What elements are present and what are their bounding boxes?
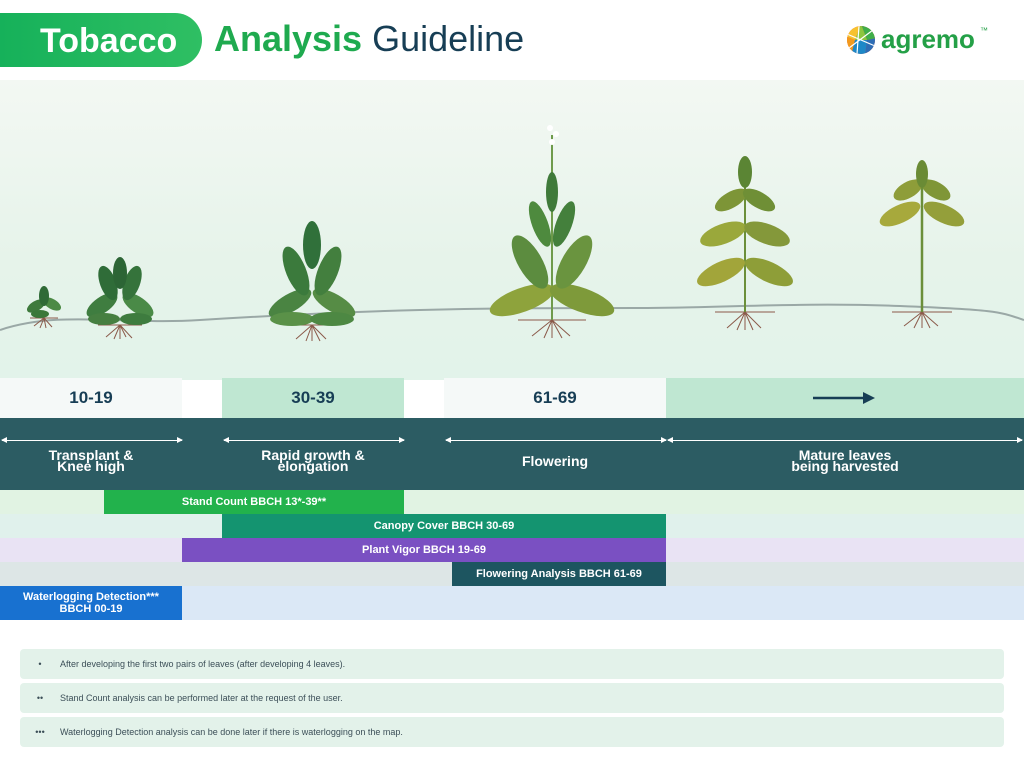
footnote-1: • After developing the first two pairs o… xyxy=(20,649,1004,679)
stage-code-1: 10-19 xyxy=(0,378,182,418)
stage-span-arrow xyxy=(445,437,667,443)
footnote-text: After developing the first two pairs of … xyxy=(60,659,346,669)
title-crop: Tobacco xyxy=(40,22,178,60)
footnote-marker: •• xyxy=(36,693,44,703)
stage-label-2: Rapid growth & elongation xyxy=(261,447,365,474)
analysis-row-waterlogging: Waterlogging Detection*** BBCH 00-19 xyxy=(0,586,1024,620)
title-analysis: Analysis xyxy=(214,18,363,59)
analysis-row-canopy-cover: Canopy Cover BBCH 30-69 xyxy=(0,514,1024,538)
plant-vigor-bar: Plant Vigor BBCH 19-69 xyxy=(182,538,666,562)
footnote-marker: • xyxy=(38,659,42,669)
title-guideline: Guideline xyxy=(372,18,525,59)
footnote-text: Waterlogging Detection analysis can be d… xyxy=(60,727,403,737)
footnote-text: Stand Count analysis can be performed la… xyxy=(60,693,343,703)
flowering-analysis-bar: Flowering Analysis BBCH 61-69 xyxy=(452,562,666,586)
analysis-row-flowering: Flowering Analysis BBCH 61-69 xyxy=(0,562,1024,586)
analysis-row-plant-vigor: Plant Vigor BBCH 19-69 xyxy=(0,538,1024,562)
agremo-logo-icon xyxy=(847,26,875,54)
title-pill: Tobacco xyxy=(0,13,202,67)
growth-stage-band: Transplant & Knee high Rapid growth & el… xyxy=(0,418,1024,490)
stage-span-arrow xyxy=(1,437,183,443)
waterlogging-bar: Waterlogging Detection*** BBCH 00-19 xyxy=(0,586,182,620)
stage-label-3: Flowering xyxy=(521,453,589,469)
stage-label-1: Transplant & Knee high xyxy=(48,447,134,474)
stage-code-text: 10-19 xyxy=(69,388,113,407)
growth-scene xyxy=(0,80,1024,380)
page-title: Analysis Guideline xyxy=(214,18,524,60)
logo-text: agremo xyxy=(881,24,975,54)
stage-code-3: 61-69 xyxy=(444,378,666,418)
logo-trademark: ™ xyxy=(980,26,988,35)
stage-code-text: 61-69 xyxy=(533,388,577,407)
stage-span-arrow xyxy=(667,437,1023,443)
footnote-marker: ••• xyxy=(35,727,45,737)
stage-span-arrow xyxy=(223,437,405,443)
analysis-row-stand-count: Stand Count BBCH 13*-39** xyxy=(0,490,1024,514)
stage-code-2: 30-39 xyxy=(222,378,404,418)
footnote-2: •• Stand Count analysis can be performed… xyxy=(20,683,1004,713)
stage-code-text: 30-39 xyxy=(291,388,335,407)
canopy-cover-bar: Canopy Cover BBCH 30-69 xyxy=(222,514,666,538)
agremo-logo: agremo ™ xyxy=(845,24,995,56)
tobacco-plant-illustration xyxy=(0,125,1024,342)
stage-label-4: Mature leaves being harvested xyxy=(791,447,899,474)
footnote-3: ••• Waterlogging Detection analysis can … xyxy=(20,717,1004,747)
stand-count-bar: Stand Count BBCH 13*-39** xyxy=(104,490,404,514)
stage-code-4 xyxy=(666,378,1024,418)
right-arrow-icon xyxy=(813,392,875,404)
